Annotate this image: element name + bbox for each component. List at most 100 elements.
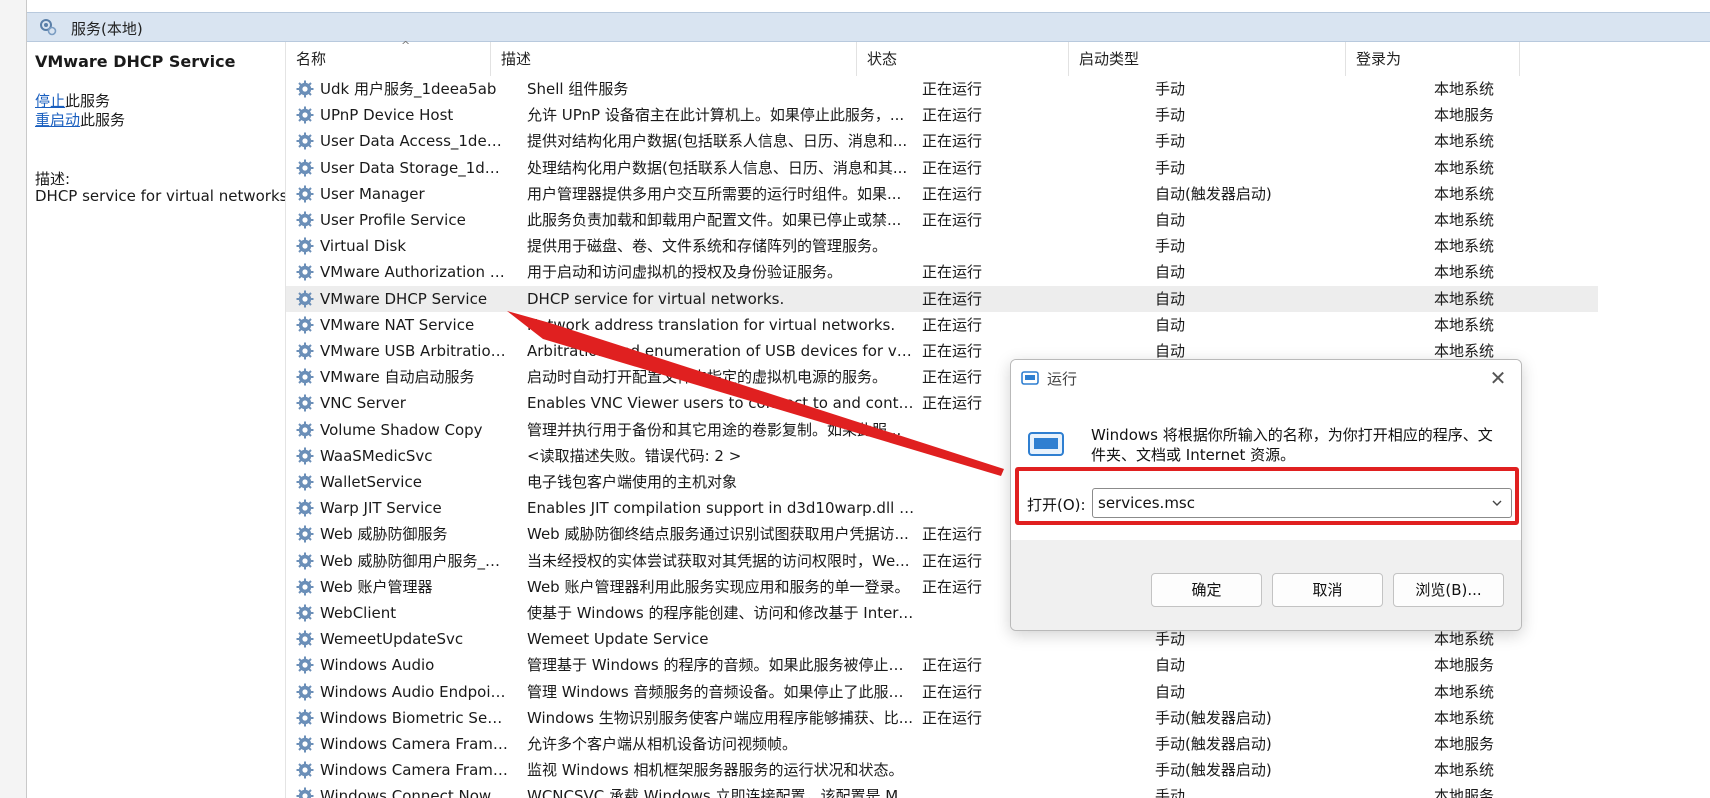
service-name-text: UPnP Device Host [320, 106, 454, 125]
table-row[interactable]: Windows Connect Now - C... WCNCSVC 承载 Win… [286, 783, 1598, 798]
stop-service-link[interactable]: 停止 [35, 92, 65, 110]
service-description-cell: Wemeet Update Service [527, 630, 709, 649]
service-description-cell: 此服务负责加载和卸载用户配置文件。如果已停止或禁... [527, 211, 902, 229]
column-header-status[interactable]: 状态 [857, 42, 1069, 76]
service-description-cell: 管理 Windows 音频服务的音频设备。如果停止了此服务... [527, 682, 915, 701]
service-name-cell: WemeetUpdateSvc [296, 626, 508, 652]
gear-icon [296, 290, 314, 308]
service-logon-cell: 本地系统 [1434, 237, 1495, 256]
service-status-cell: 正在运行 [922, 132, 983, 151]
service-startup-type-cell: 手动 [1155, 237, 1186, 256]
service-name-cell: Windows Audio Endpoint B... [296, 679, 508, 705]
table-row[interactable]: Virtual Disk 提供用于磁盘、卷、文件系统和存储阵列的管理服务。 手动 本地… [286, 233, 1598, 259]
service-name-text: User Profile Service [320, 211, 466, 229]
service-logon-cell: 本地系统 [1434, 682, 1495, 701]
gear-icon [296, 552, 314, 570]
service-startup-type-cell: 自动 [1155, 263, 1186, 282]
table-row[interactable]: User Data Access_1deea5ab 提供对结构化用户数据(包括联系… [286, 128, 1598, 154]
service-logon-cell: 本地服务 [1434, 787, 1495, 798]
service-name-cell: Windows Biometric Service [296, 705, 508, 731]
gear-icon [296, 342, 314, 360]
sort-ascending-icon: ^ [401, 39, 411, 52]
service-startup-type-cell: 手动(触发器启动) [1155, 735, 1272, 753]
table-row[interactable]: Udk 用户服务_1deea5ab Shell 组件服务 正在运行 手动 本地系统 [286, 76, 1598, 102]
ok-button[interactable]: 确定 [1151, 573, 1262, 607]
run-dialog-titlebar: 运行 ✕ [1011, 360, 1521, 396]
service-name-text: Windows Camera Frame S... [320, 735, 508, 753]
table-row[interactable]: User Data Storage_1deea5... 处理结构化用户数据(包括联… [286, 155, 1598, 181]
table-row[interactable]: User Manager 用户管理器提供多用户交互所需要的运行时组件。如果... 正… [286, 181, 1598, 207]
chevron-down-icon[interactable] [1486, 490, 1508, 516]
service-description-cell: 启动时自动打开配置文件中指定的虚拟机电源的服务。 [527, 368, 888, 387]
service-description-cell: Enables JIT compilation support in d3d10… [527, 499, 915, 518]
table-row[interactable]: Windows Audio 管理基于 Windows 的程序的音频。如果此服务被停… [286, 652, 1598, 678]
service-logon-cell: 本地系统 [1434, 80, 1495, 98]
gear-icon [296, 421, 314, 439]
gear-icon [296, 159, 314, 177]
service-description-cell: 处理结构化用户数据(包括联系人信息、日历、消息和其... [527, 158, 908, 177]
service-name-cell: WebClient [296, 600, 508, 626]
service-status-cell: 正在运行 [922, 315, 983, 334]
gear-icon [296, 106, 314, 124]
table-row[interactable]: User Profile Service 此服务负责加载和卸载用户配置文件。如果已… [286, 207, 1598, 233]
service-name-text: User Data Access_1deea5ab [320, 132, 508, 151]
service-name-text: WaaSMedicSvc [320, 446, 433, 465]
service-description-cell: 提供对结构化用户数据(包括联系人信息、日历、消息和... [527, 132, 908, 151]
column-header-name[interactable]: 名称 ^ [286, 39, 491, 76]
service-name-text: WalletService [320, 473, 422, 491]
restart-service-link[interactable]: 重启动 [35, 111, 80, 129]
service-startup-type-cell: 自动 [1155, 315, 1186, 334]
gear-icon [296, 80, 314, 98]
service-name-cell: Volume Shadow Copy [296, 417, 508, 443]
table-row[interactable]: Windows Camera Frame S... 监视 Windows 相机框架… [286, 757, 1598, 783]
service-name-text: Web 威胁防御服务 [320, 525, 448, 544]
table-row[interactable]: Windows Camera Frame S... 允许多个客户端从相机设备访问视… [286, 731, 1598, 757]
close-icon[interactable]: ✕ [1483, 364, 1513, 392]
service-startup-type-cell: 手动(触发器启动) [1155, 708, 1272, 727]
service-description-cell: 提供用于磁盘、卷、文件系统和存储阵列的管理服务。 [527, 237, 888, 256]
service-status-cell: 正在运行 [922, 708, 983, 727]
gear-icon [296, 132, 314, 150]
gear-icon [296, 473, 314, 491]
service-name-cell: Warp JIT Service [296, 495, 508, 521]
open-combobox[interactable]: services.msc [1092, 488, 1512, 518]
column-header-startup-type[interactable]: 启动类型 [1069, 42, 1346, 76]
service-name-cell: VMware NAT Service [296, 312, 508, 338]
column-header-logon-as[interactable]: 登录为 [1346, 42, 1520, 76]
gear-icon [296, 761, 314, 779]
service-name-text: Volume Shadow Copy [320, 420, 483, 439]
service-name-cell: User Data Access_1deea5ab [296, 128, 508, 154]
service-name-cell: UPnP Device Host [296, 102, 508, 128]
cancel-button[interactable]: 取消 [1272, 573, 1383, 607]
service-description-cell: 管理并执行用于备份和其它用途的卷影复制。如果此服... [527, 420, 902, 439]
service-startup-type-cell: 手动(触发器启动) [1155, 761, 1272, 780]
table-row[interactable]: Windows Audio Endpoint B... 管理 Windows 音频… [286, 679, 1598, 705]
column-header: 名称 ^ 描述 状态 启动类型 登录为 [286, 39, 1598, 76]
service-name-text: Virtual Disk [320, 237, 407, 256]
service-description-cell: 允许 UPnP 设备宿主在此计算机上。如果停止此服务，... [527, 106, 905, 125]
table-row[interactable]: UPnP Device Host 允许 UPnP 设备宿主在此计算机上。如果停止此… [286, 102, 1598, 128]
browse-button[interactable]: 浏览(B)... [1393, 573, 1504, 607]
service-logon-cell: 本地系统 [1434, 761, 1495, 780]
table-row[interactable]: VMware Authorization Ser... 用于启动和访问虚拟机的授权… [286, 259, 1598, 285]
service-name-cell: Web 账户管理器 [296, 574, 508, 600]
gear-icon [296, 656, 314, 674]
service-name-text: VMware NAT Service [320, 315, 475, 334]
table-row[interactable]: VMware DHCP Service DHCP service for virt… [286, 285, 1598, 312]
table-row[interactable]: Windows Biometric Service Windows 生物识别服务使… [286, 705, 1598, 731]
service-name-text: VMware DHCP Service [320, 289, 488, 308]
table-row[interactable]: VMware NAT Service Network address transl… [286, 312, 1598, 338]
stop-service-line: 停止此服务 [35, 90, 110, 111]
service-description-cell: 允许多个客户端从相机设备访问视频帧。 [527, 735, 798, 753]
service-name-cell: WalletService [296, 469, 508, 495]
service-name-cell: Windows Audio [296, 652, 508, 678]
column-header-description[interactable]: 描述 [491, 42, 857, 76]
service-logon-cell: 本地系统 [1434, 184, 1495, 203]
run-dialog: 运行 ✕ Windows 将根据你所输入的名称，为你打开相应的程序、文件夹、文档… [1010, 359, 1522, 631]
service-name-text: Windows Connect Now - C... [320, 787, 508, 798]
service-logon-cell: 本地系统 [1434, 211, 1495, 229]
service-name-cell: VMware DHCP Service [296, 286, 508, 312]
service-description-cell: Arbitration and enumeration of USB devic… [527, 342, 915, 360]
service-name-text: Windows Audio Endpoint B... [320, 682, 508, 701]
service-name-text: User Data Storage_1deea5... [320, 158, 508, 177]
